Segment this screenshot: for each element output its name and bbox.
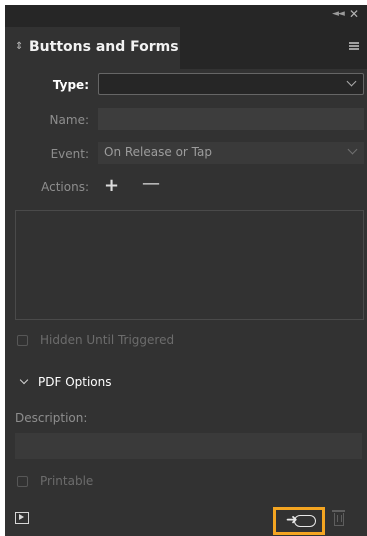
button-shape-icon [294, 515, 316, 527]
event-value: On Release or Tap [104, 145, 212, 159]
chevron-down-icon [346, 76, 357, 87]
event-label: Event: [50, 147, 89, 161]
event-dropdown[interactable]: On Release or Tap [98, 142, 364, 164]
hidden-until-triggered-label: Hidden Until Triggered [40, 333, 175, 347]
panel-title-bar: ◄◄ ✕ [5, 5, 367, 27]
hidden-until-triggered-checkbox[interactable] [17, 335, 28, 346]
actions-label: Actions: [41, 180, 89, 194]
panel-title: Buttons and Forms [29, 39, 179, 55]
preview-spread-icon[interactable] [15, 512, 29, 524]
double-arrow-updown-icon: ⇕ [15, 41, 24, 52]
panel-footer: ➜ [5, 504, 367, 536]
type-dropdown[interactable] [98, 73, 364, 95]
close-icon[interactable]: ✕ [349, 7, 359, 21]
type-label: Type: [52, 78, 89, 92]
actions-list[interactable] [15, 210, 364, 320]
panel-menu-icon[interactable] [349, 42, 359, 50]
chevron-down-icon[interactable] [19, 375, 29, 385]
name-label: Name: [49, 113, 89, 127]
chevron-down-icon [347, 144, 358, 155]
description-field[interactable] [15, 433, 362, 459]
pdf-options-title[interactable]: PDF Options [38, 375, 112, 389]
description-label: Description: [15, 411, 88, 425]
buttons-and-forms-panel: ◄◄ ✕ ⇕ Buttons and Forms Type: Name: Eve… [5, 5, 367, 536]
panel-tab-row: ⇕ Buttons and Forms [5, 27, 367, 69]
minus-icon[interactable]: — [142, 173, 160, 194]
printable-label: Printable [40, 474, 94, 488]
collapse-icon[interactable]: ◄◄ [332, 9, 345, 19]
name-field[interactable] [98, 108, 364, 130]
convert-to-button-button[interactable]: ➜ [273, 507, 325, 535]
printable-checkbox[interactable] [17, 476, 28, 487]
plus-icon[interactable]: + [104, 175, 119, 196]
tab-buttons-and-forms[interactable]: ⇕ Buttons and Forms [5, 27, 180, 69]
trash-icon[interactable] [332, 510, 345, 526]
